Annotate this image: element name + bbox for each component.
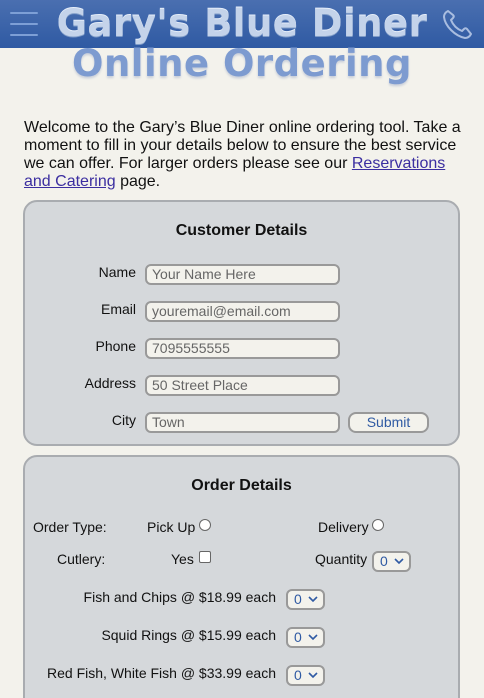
pickup-radio[interactable] [199, 519, 211, 531]
fish-and-chips-qty-select[interactable]: 0 [286, 589, 325, 610]
phone-field[interactable]: 7095555555 [145, 338, 340, 359]
pickup-label: Pick Up [147, 519, 196, 535]
chevron-down-icon [308, 596, 318, 603]
phone-label: Phone [95, 338, 136, 354]
email-label: Email [100, 301, 136, 317]
item-label-squid-rings: Squid Rings @ $15.99 each [101, 627, 276, 643]
cutlery-label: Cutlery: [57, 551, 106, 567]
address-label: Address [84, 375, 136, 391]
chevron-down-icon [308, 672, 318, 679]
fish-and-chips-qty-value: 0 [294, 591, 302, 607]
submit-button[interactable]: Submit [348, 412, 429, 433]
cutlery-quantity-value: 0 [380, 553, 388, 569]
item-label-fish-and-chips: Fish and Chips @ $18.99 each [83, 589, 276, 605]
squid-rings-qty-select[interactable]: 0 [286, 627, 325, 648]
red-fish-white-fish-qty-value: 0 [294, 667, 302, 683]
cutlery-quantity-select[interactable]: 0 [372, 551, 411, 572]
customer-details-heading: Customer Details [175, 222, 308, 239]
delivery-label: Delivery [318, 519, 369, 535]
address-field[interactable]: 50 Street Place [145, 375, 340, 396]
city-label: City [111, 412, 136, 428]
item-label-red-fish-white-fish: Red Fish, White Fish @ $33.99 each [47, 665, 276, 681]
name-field[interactable]: Your Name Here [145, 264, 340, 285]
city-field[interactable]: Town [145, 412, 340, 433]
intro-paragraph: Welcome to the Gary’s Blue Diner online … [24, 119, 464, 191]
cutlery-yes-label: Yes [171, 551, 194, 567]
quantity-label: Quantity [315, 551, 368, 567]
chevron-down-icon [308, 634, 318, 641]
page-title: Online Ordering [71, 42, 412, 85]
name-label: Name [98, 264, 136, 280]
delivery-radio[interactable] [372, 519, 384, 531]
intro-text-end: page. [115, 173, 161, 190]
site-title: Gary's Blue Diner [56, 2, 428, 45]
email-field[interactable]: youremail@email.com [145, 301, 340, 322]
chevron-down-icon [394, 558, 404, 565]
order-details-panel: Order Details Order Type: Pick Up Delive… [23, 455, 460, 698]
cutlery-checkbox[interactable] [199, 551, 211, 563]
squid-rings-qty-value: 0 [294, 629, 302, 645]
order-type-label: Order Type: [33, 519, 107, 535]
order-details-heading: Order Details [191, 477, 292, 494]
customer-details-panel: Customer Details Name Your Name Here Ema… [23, 200, 460, 446]
red-fish-white-fish-qty-select[interactable]: 0 [286, 665, 325, 686]
